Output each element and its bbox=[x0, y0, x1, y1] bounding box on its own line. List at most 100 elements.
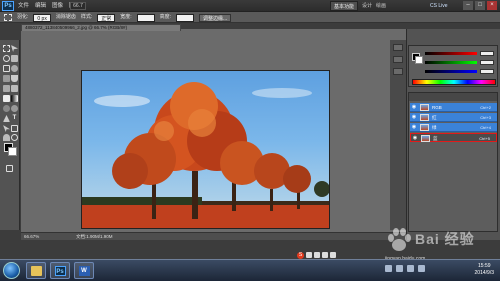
clock-time: 15:59 bbox=[478, 263, 491, 269]
workspace-design[interactable]: 设计 bbox=[362, 2, 372, 10]
menu-image[interactable]: 图像 bbox=[52, 2, 63, 10]
taskbar-photoshop[interactable]: Ps bbox=[50, 262, 70, 279]
blue-slider[interactable] bbox=[425, 70, 477, 73]
maximize-icon[interactable]: □ bbox=[475, 1, 485, 10]
eye-icon[interactable]: ◉ bbox=[412, 136, 418, 141]
channel-name: 红 bbox=[432, 115, 437, 120]
brush-tool-icon[interactable] bbox=[11, 75, 18, 82]
panel-dock bbox=[390, 40, 406, 230]
crop-tool-icon[interactable] bbox=[3, 65, 10, 72]
channel-thumbnail bbox=[420, 104, 429, 111]
quick-mask-icon[interactable] bbox=[6, 165, 13, 172]
marquee-tool-icon[interactable] bbox=[4, 14, 12, 21]
green-slider[interactable] bbox=[425, 61, 477, 64]
cs-live-button[interactable]: CS Live bbox=[430, 2, 448, 10]
shape-tool-icon[interactable] bbox=[11, 125, 18, 132]
close-icon[interactable]: × bbox=[487, 1, 497, 10]
swatches-panel-icon[interactable] bbox=[393, 56, 403, 63]
refine-edge-button[interactable]: 调整边缘... bbox=[199, 13, 232, 22]
photoshop-window: Ps 文件 编辑 图像 图层 66.7 基本功能 设计 绘画 CS Live –… bbox=[0, 0, 500, 281]
ime-settings-icon[interactable] bbox=[330, 252, 336, 258]
channel-thumbnail bbox=[421, 135, 430, 142]
channel-row-green[interactable]: ◉ 绿 Ctrl+4 bbox=[410, 123, 497, 132]
style-label: 样式: bbox=[80, 14, 93, 20]
width-label: 宽度: bbox=[120, 14, 132, 20]
zoom-tool-icon[interactable] bbox=[11, 134, 18, 141]
channel-shortcut: Ctrl+5 bbox=[479, 136, 490, 141]
start-button[interactable] bbox=[3, 262, 20, 279]
photoshop-icon: Ps bbox=[54, 266, 66, 276]
workspace-button[interactable]: 基本功能 bbox=[330, 1, 358, 11]
tray-icon[interactable] bbox=[396, 265, 403, 272]
pen-tool-icon[interactable] bbox=[3, 115, 10, 122]
channels-panel-header bbox=[409, 93, 497, 101]
channel-row-blue[interactable]: ◉ 蓝 Ctrl+5 bbox=[410, 133, 497, 142]
taskbar-clock[interactable]: 15:59 2014/9/3 bbox=[475, 263, 494, 277]
history-brush-icon[interactable] bbox=[11, 85, 18, 92]
magic-wand-icon[interactable] bbox=[11, 55, 18, 62]
width-input[interactable] bbox=[136, 13, 155, 22]
dodge-tool-icon[interactable] bbox=[11, 105, 18, 112]
taskbar-folder[interactable] bbox=[26, 262, 46, 279]
minimize-icon[interactable]: – bbox=[463, 1, 473, 10]
menu-file[interactable]: 文件 bbox=[18, 2, 29, 10]
blue-value[interactable] bbox=[480, 69, 494, 74]
tray-icon[interactable] bbox=[385, 265, 392, 272]
eye-icon[interactable]: ◉ bbox=[411, 115, 417, 120]
channel-shortcut: Ctrl+2 bbox=[480, 105, 491, 110]
history-panel-icon[interactable] bbox=[393, 44, 403, 51]
taskbar-word[interactable]: W bbox=[74, 262, 94, 279]
volume-icon[interactable] bbox=[418, 265, 425, 272]
color-spectrum[interactable] bbox=[412, 79, 496, 85]
status-doc-size: 文档:1.90M/1.90M bbox=[76, 234, 113, 239]
eraser-icon[interactable] bbox=[3, 95, 10, 102]
autumn-tree-photo bbox=[82, 82, 329, 228]
green-value[interactable] bbox=[480, 60, 494, 65]
lasso-tool-icon[interactable] bbox=[3, 55, 10, 62]
gradient-tool-icon[interactable] bbox=[11, 95, 18, 102]
background-color-swatch[interactable] bbox=[8, 147, 17, 156]
channel-shortcut: Ctrl+4 bbox=[480, 125, 491, 130]
eyedropper-icon[interactable] bbox=[11, 65, 18, 72]
healing-brush-icon[interactable] bbox=[3, 75, 10, 82]
ime-punct-icon[interactable] bbox=[314, 252, 320, 258]
eye-icon[interactable]: ◉ bbox=[411, 125, 417, 130]
zoom-level-box[interactable]: 66.7 bbox=[70, 2, 86, 10]
sogou-icon[interactable]: S bbox=[297, 251, 304, 259]
watermark-brand: Bai 经验 bbox=[415, 231, 475, 247]
color-bg-swatch[interactable] bbox=[415, 56, 423, 64]
red-slider[interactable] bbox=[425, 52, 477, 55]
document-tab[interactable]: 4880372_113840509966_2.jpg @ 66.7% (RGB/… bbox=[21, 24, 181, 31]
hand-tool-icon[interactable] bbox=[3, 134, 10, 141]
status-zoom[interactable]: 66.67% bbox=[24, 234, 39, 240]
antialias-checkbox[interactable]: 消除锯齿 bbox=[56, 13, 76, 22]
blur-tool-icon[interactable] bbox=[3, 105, 10, 112]
photo-canvas[interactable] bbox=[81, 70, 330, 229]
red-value[interactable] bbox=[480, 51, 494, 56]
eye-icon[interactable]: ◉ bbox=[411, 105, 417, 110]
adjustments-panel-icon[interactable] bbox=[393, 68, 403, 75]
menu-edit[interactable]: 编辑 bbox=[35, 2, 46, 10]
style-select[interactable]: 正常 bbox=[97, 13, 116, 22]
ime-mode-icon[interactable] bbox=[306, 252, 312, 258]
channel-row-red[interactable]: ◉ 红 Ctrl+3 bbox=[410, 113, 497, 122]
network-icon[interactable] bbox=[407, 265, 414, 272]
channel-row-rgb[interactable]: ◉ RGB Ctrl+2 bbox=[410, 103, 497, 112]
height-label: 高度: bbox=[159, 14, 172, 20]
clone-stamp-icon[interactable] bbox=[3, 85, 10, 92]
workspace-tabs: 设计 绘画 bbox=[362, 2, 386, 10]
path-select-icon[interactable] bbox=[3, 125, 10, 132]
marquee-tool-icon[interactable] bbox=[3, 45, 10, 52]
ime-keyboard-icon[interactable] bbox=[322, 252, 328, 258]
move-tool-icon[interactable] bbox=[11, 45, 18, 52]
appbar-tools: 66.7 bbox=[70, 2, 86, 10]
feather-input[interactable]: 0 px bbox=[33, 13, 51, 22]
workspace-paint[interactable]: 绘画 bbox=[376, 2, 386, 10]
clock-date: 2014/9/3 bbox=[474, 270, 494, 276]
app-bar: Ps 文件 编辑 图像 图层 66.7 基本功能 设计 绘画 CS Live –… bbox=[0, 0, 500, 12]
height-input[interactable] bbox=[176, 13, 195, 22]
system-tray bbox=[385, 265, 425, 272]
channels-panel: ◉ RGB Ctrl+2 ◉ 红 Ctrl+3 ◉ 绿 Ctrl+4 ◉ 蓝 C… bbox=[408, 92, 498, 232]
type-tool-icon[interactable]: T bbox=[11, 115, 18, 122]
ime-toolbar: S bbox=[297, 251, 336, 259]
